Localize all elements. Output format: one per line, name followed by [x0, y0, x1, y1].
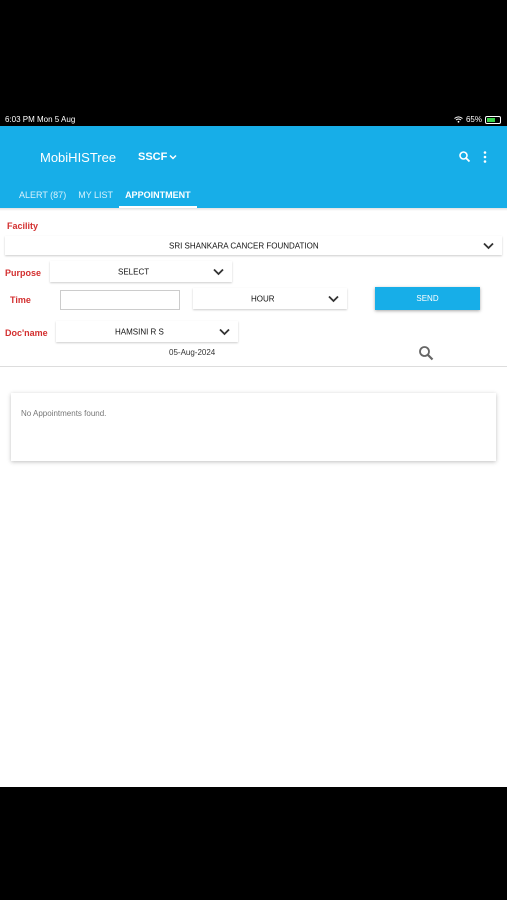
appointment-date[interactable]: 05-Aug-2024 [169, 348, 215, 357]
tab-bar: ALERT (87) MY LIST APPOINTMENT [0, 186, 197, 208]
hour-select[interactable]: HOUR [193, 288, 347, 309]
purpose-select-value: SELECT [118, 267, 150, 276]
status-bar: 6:03 PM Mon 5 Aug 65% [0, 113, 507, 126]
facility-select-value: SRI SHANKARA CANCER FOUNDATION [169, 241, 319, 250]
hour-select-value: HOUR [251, 294, 275, 303]
doctor-select-value: HAMSINI R S [115, 327, 164, 336]
chevron-down-icon [213, 268, 224, 275]
status-time-date: 6:03 PM Mon 5 Aug [5, 115, 76, 124]
app-bar-shadow [0, 208, 507, 211]
app-title: MobiHISTree [40, 150, 117, 165]
time-input[interactable] [60, 290, 180, 310]
facility-select[interactable]: SRI SHANKARA CANCER FOUNDATION [5, 236, 502, 255]
status-indicators: 65% [454, 113, 501, 126]
battery-percent: 65% [465, 115, 482, 124]
chevron-down-icon [483, 242, 494, 249]
facility-switcher[interactable]: SSCF [138, 151, 177, 163]
chevron-down-icon [219, 328, 230, 335]
purpose-label: Purpose [5, 268, 42, 278]
empty-message: No Appointments found. [21, 409, 107, 418]
facility-label: Facility [7, 221, 39, 231]
search-icon[interactable] [458, 150, 472, 164]
tab-appointment[interactable]: APPOINTMENT [119, 186, 197, 208]
purpose-select[interactable]: SELECT [50, 261, 232, 282]
tab-alert[interactable]: ALERT (87) [13, 186, 72, 208]
search-icon[interactable] [418, 345, 434, 361]
divider [0, 366, 507, 367]
doctor-select[interactable]: HAMSINI R S [56, 321, 238, 342]
more-vert-icon[interactable] [478, 150, 492, 164]
chevron-down-icon [328, 295, 339, 302]
app-bar: MobiHISTree SSCF ALERT (87) MY LIST APPO… [0, 126, 507, 208]
wifi-icon [454, 116, 463, 123]
send-button[interactable]: SEND [375, 287, 480, 310]
app-screen: 6:03 PM Mon 5 Aug 65% MobiHISTree SSCF A… [0, 113, 507, 787]
appointments-card: No Appointments found. [11, 393, 496, 461]
docname-label: Doc'name [5, 328, 48, 338]
chevron-down-icon [169, 154, 177, 160]
battery-icon [485, 115, 501, 124]
facility-code-label: SSCF [138, 151, 168, 163]
time-label: Time [10, 295, 31, 305]
tab-my-list[interactable]: MY LIST [72, 186, 119, 208]
